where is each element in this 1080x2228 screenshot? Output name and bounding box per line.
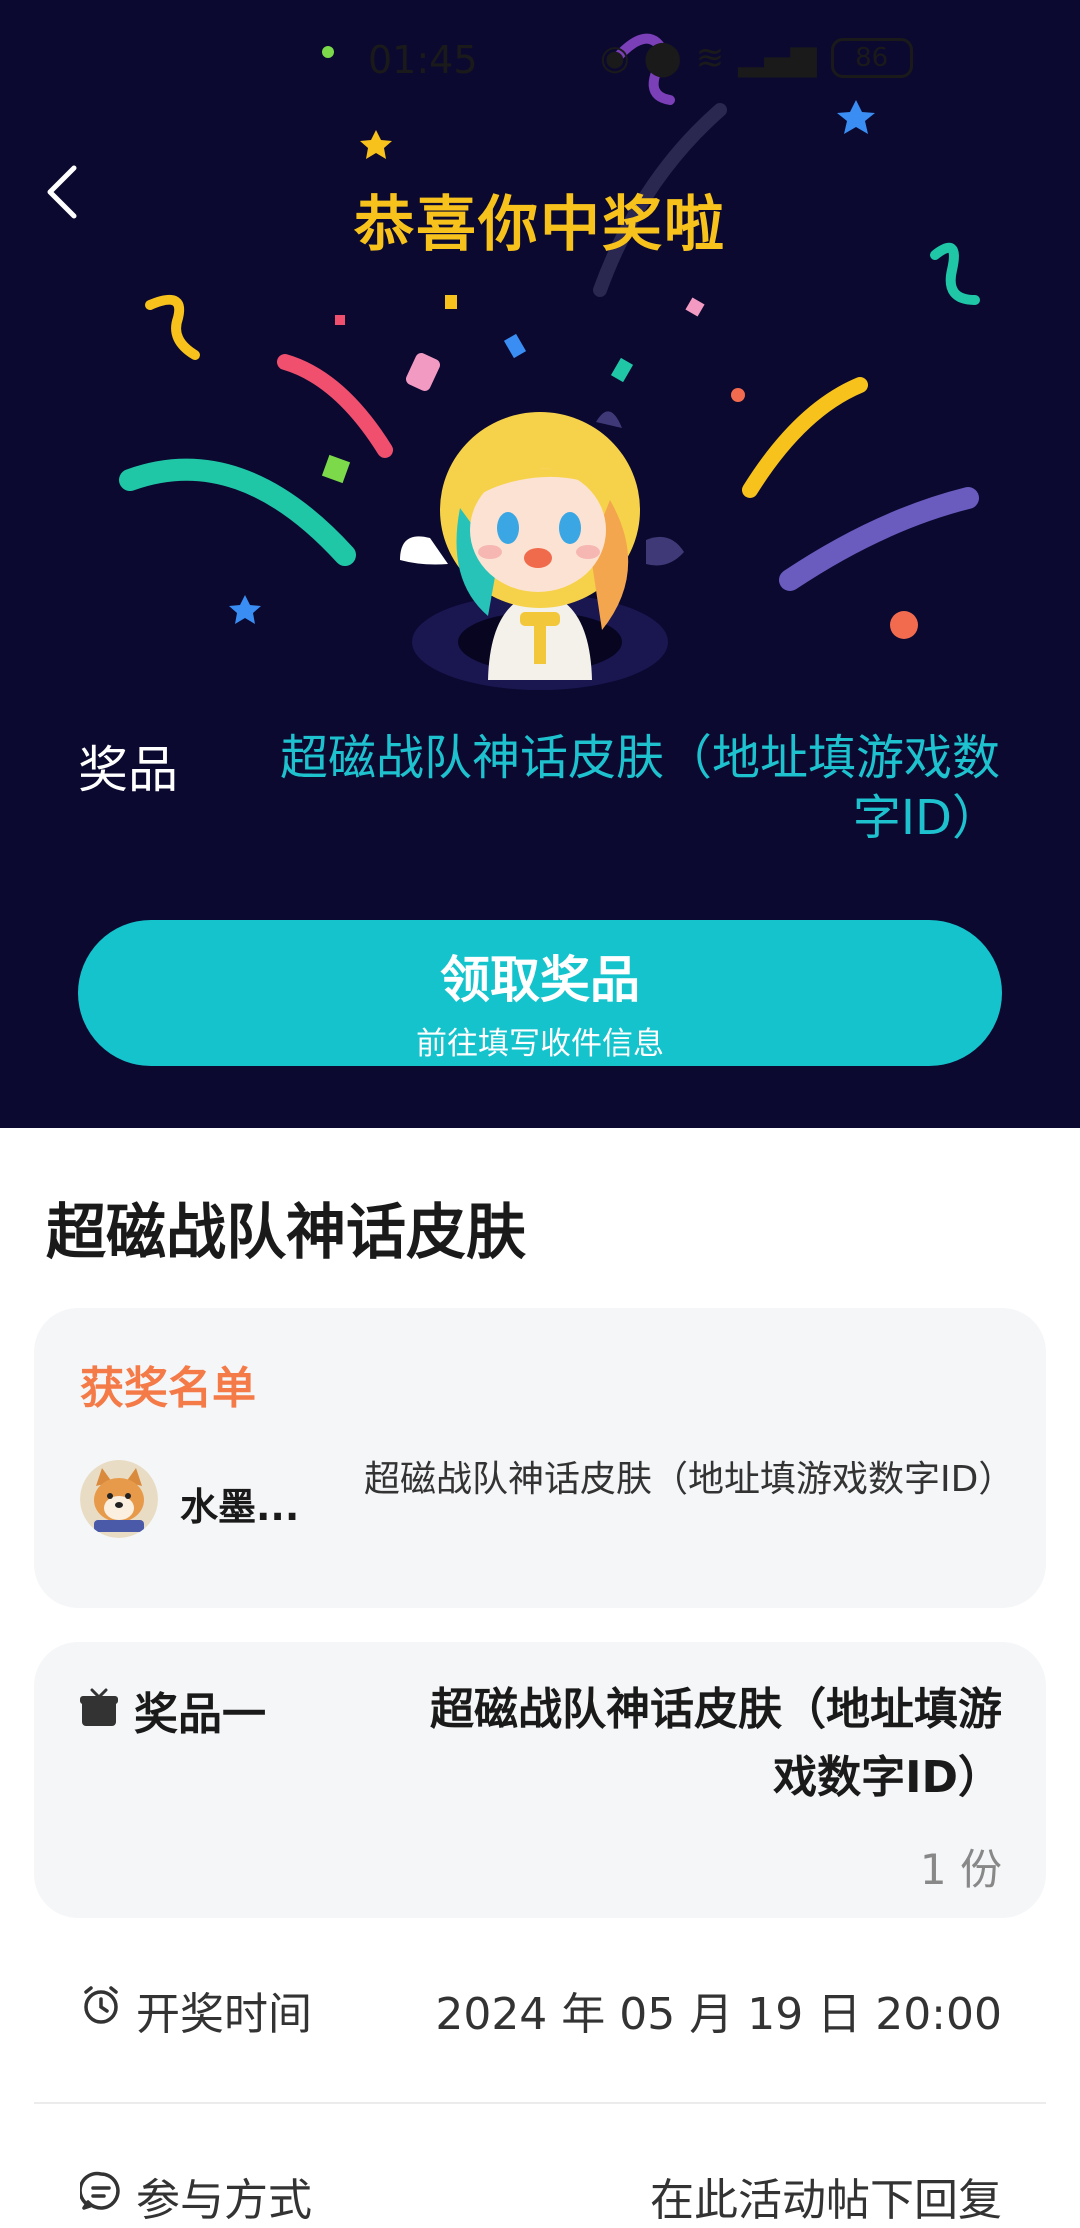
prize-value: 超磁战队神话皮肤（地址填游戏数字ID） xyxy=(279,730,1000,846)
participation-label: 参与方式 xyxy=(136,2175,312,2226)
hero-banner: 01:45 ◉ ⬤ ≋ ▂▄▆ 86 恭喜你中奖啦 奖品 超磁战队神话皮肤（地址… xyxy=(0,0,1080,1128)
confetti-bit xyxy=(685,297,705,317)
status-bar: 01:45 ◉ ⬤ ≋ ▂▄▆ 86 xyxy=(0,0,1080,120)
winners-heading: 获奖名单 xyxy=(80,1363,256,1414)
claim-button-label: 领取奖品 xyxy=(440,951,640,1009)
confetti-bit xyxy=(445,295,457,309)
confetti-dot xyxy=(890,611,918,639)
confetti-star xyxy=(229,595,261,624)
prize-detail-section: 超磁战队神话皮肤 获奖名单 水墨... 超磁战队神话皮肤（地址填游戏数字ID） … xyxy=(0,1128,1080,2228)
comment-icon xyxy=(80,2171,120,2210)
prize-one-card: 奖品一 超磁战队神话皮肤（地址填游戏数字ID） 1 份 xyxy=(34,1642,1046,1918)
draw-time-label: 开奖时间 xyxy=(136,1989,312,2040)
confetti-star xyxy=(360,130,392,159)
wifi-icon: ≋ xyxy=(695,38,725,78)
confetti-bit xyxy=(610,357,634,383)
participation-value: 在此活动帖下回复 xyxy=(650,2175,1002,2226)
avatar[interactable] xyxy=(80,1460,158,1538)
winner-prize: 超磁战队神话皮肤（地址填游戏数字ID） xyxy=(364,1459,1015,1500)
signal-icon: ▂▄▆ xyxy=(738,38,817,78)
prize-label: 奖品 xyxy=(78,741,178,799)
gift-icon xyxy=(80,1688,118,1726)
confetti-squiggle xyxy=(145,294,200,360)
prize-one-value: 超磁战队神话皮肤（地址填游戏数字ID） xyxy=(430,1684,1002,1803)
alarm-clock-icon xyxy=(84,1986,118,2024)
location-icon: ⬤ xyxy=(643,38,682,78)
confetti-streak xyxy=(742,377,868,498)
detail-title: 超磁战队神话皮肤 xyxy=(46,1198,526,1268)
claim-button-sublabel: 前往填写收件信息 xyxy=(416,1026,664,1062)
confetti-bit xyxy=(321,454,351,484)
divider xyxy=(34,2102,1046,2104)
battery-icon: 86 xyxy=(830,38,913,78)
prize-quantity: 1 份 xyxy=(919,1845,1002,1894)
draw-time-value: 2024 年 05 月 19 日 20:00 xyxy=(435,1989,1002,2040)
notification-icon: ◉ xyxy=(600,38,630,78)
draw-time-row: 开奖时间 2024 年 05 月 19 日 20:00 xyxy=(34,1954,1046,2054)
confetti-bit xyxy=(503,333,527,359)
status-time: 01:45 xyxy=(368,38,478,82)
confetti-dot xyxy=(731,388,745,402)
prize-one-label: 奖品一 xyxy=(134,1689,266,1740)
participation-row: 参与方式 在此活动帖下回复 xyxy=(34,2140,1046,2228)
status-icons: ◉ ⬤ ≋ ▂▄▆ 86 xyxy=(600,38,913,78)
confetti-streak xyxy=(779,487,979,591)
page-title: 恭喜你中奖啦 xyxy=(354,190,726,260)
claim-prize-button[interactable]: 领取奖品 前往填写收件信息 xyxy=(78,920,1002,1066)
mascot-illustration xyxy=(400,411,684,690)
confetti-bit xyxy=(335,315,345,325)
winners-card: 获奖名单 水墨... 超磁战队神话皮肤（地址填游戏数字ID） xyxy=(34,1308,1046,1608)
winner-name: 水墨... xyxy=(180,1485,300,1529)
confetti-streak xyxy=(119,458,356,566)
